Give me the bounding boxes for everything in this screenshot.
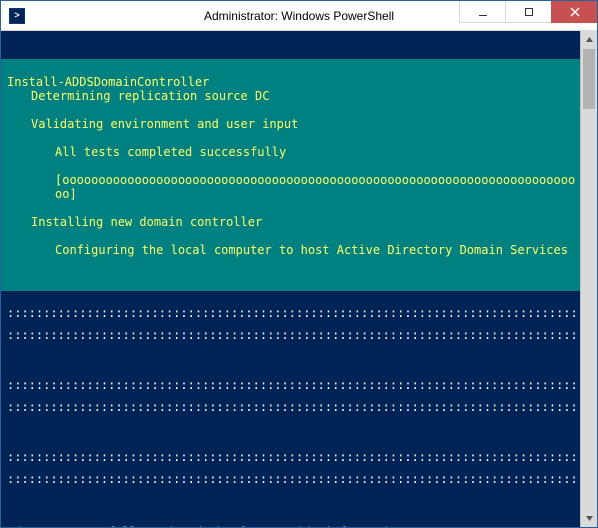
progress-command: Install-ADDSDomainController <box>7 75 209 89</box>
separator-row: ::::::::::::::::::::::::::::::::::::::::… <box>7 381 580 389</box>
progress-bar: [ooooooooooooooooooooooooooooooooooooooo… <box>7 173 580 201</box>
progress-step: Installing new domain controller <box>7 215 580 229</box>
separator-row: ::::::::::::::::::::::::::::::::::::::::… <box>7 453 580 461</box>
powershell-window: Administrator: Windows PowerShell Instal… <box>0 0 598 528</box>
maximize-button[interactable] <box>505 1 551 23</box>
separator-row: ::::::::::::::::::::::::::::::::::::::::… <box>7 309 580 317</box>
scroll-thumb[interactable] <box>583 49 595 109</box>
minimize-button[interactable] <box>459 1 505 23</box>
window-controls <box>459 1 597 23</box>
scroll-down-button[interactable] <box>581 510 597 527</box>
progress-step: Validating environment and user input <box>7 117 580 131</box>
titlebar[interactable]: Administrator: Windows PowerShell <box>1 1 597 31</box>
separator-row: ::::::::::::::::::::::::::::::::::::::::… <box>7 403 580 411</box>
progress-detail: Configuring the local computer to host A… <box>7 243 580 257</box>
progress-block: Install-ADDSDomainController Determining… <box>1 59 580 291</box>
vertical-scrollbar[interactable] <box>580 31 597 527</box>
separator-row: ::::::::::::::::::::::::::::::::::::::::… <box>7 475 580 483</box>
close-button[interactable] <box>551 1 597 23</box>
console-output[interactable]: Install-ADDSDomainController Determining… <box>1 31 580 527</box>
separator-row: ::::::::::::::::::::::::::::::::::::::::… <box>7 331 580 339</box>
output-line: Adprep successfully updated the forest-w… <box>7 525 580 527</box>
powershell-icon <box>9 8 25 24</box>
progress-detail: All tests completed successfully <box>7 145 580 159</box>
scroll-up-button[interactable] <box>581 31 597 48</box>
progress-step: Determining replication source DC <box>7 89 580 103</box>
client-area: Install-ADDSDomainController Determining… <box>1 31 597 527</box>
